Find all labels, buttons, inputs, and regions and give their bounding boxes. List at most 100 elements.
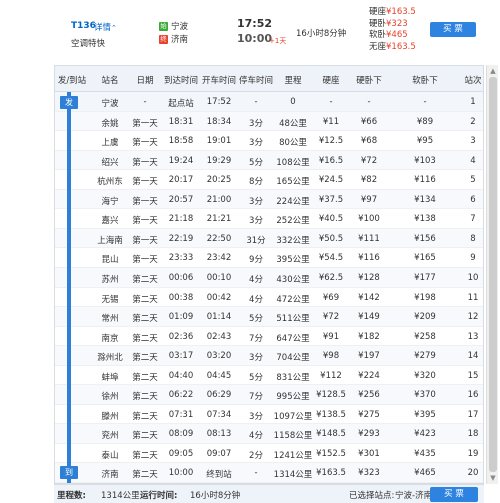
depart-time: 01:14 <box>206 312 232 323</box>
vertical-scrollbar[interactable]: ▲ ▼ <box>486 65 498 484</box>
depart-time: 02:43 <box>206 331 232 342</box>
depart-time: 09:07 <box>206 448 232 459</box>
table-row[interactable]: 常州 第二天 01:09 01:14 5分 511公里 ¥72 ¥149 ¥209 12 <box>55 307 483 327</box>
table-row[interactable]: 余姚 第一天 18:31 18:34 3分 48公里 ¥11 ¥66 ¥89 2 <box>55 111 483 132</box>
table-row[interactable]: 滁州北 第二天 03:17 03:20 3分 704公里 ¥98 ¥197 ¥279 14 <box>55 346 483 366</box>
stop-duration: 5分 <box>249 157 263 168</box>
stop-index: 3 <box>470 136 476 147</box>
stop-index: 16 <box>467 390 479 401</box>
hard-seat-price: ¥98 <box>322 351 340 362</box>
table-row[interactable]: 泰山 第二天 09:05 09:07 2分 1241公里 ¥152.5 ¥301 ¥435 19 <box>55 443 483 464</box>
stops-table: 发/到站 站名 日期 到达时间 开车时间 停车时间 里程 硬座 硬卧下 软卧下 … <box>54 65 484 484</box>
price-value: ¥163.5 <box>386 41 416 52</box>
mileage: 430公里 <box>276 274 310 285</box>
day: 第二天 <box>132 314 158 325</box>
mileage-value: 1314公里 <box>101 491 140 501</box>
detail-link-label: 详情 <box>94 23 112 33</box>
day: 第二天 <box>132 274 158 285</box>
depart-time: 终到站 <box>206 470 232 481</box>
table-row[interactable]: 南京 第二天 02:36 02:43 7分 647公里 ¥91 ¥182 ¥258 13 <box>55 326 483 347</box>
hard-sleeper-price: ¥72 <box>360 155 378 166</box>
mileage: 511公里 <box>276 314 310 325</box>
summary-footer: 里程数: 1314公里 运行时间: 16小时8分钟 已选择站点: 宁波-济南 买… <box>54 484 484 503</box>
day: 第一天 <box>132 177 158 188</box>
table-row[interactable]: 徐州 第二天 06:22 06:29 7分 995公里 ¥128.5 ¥256 ¥370 16 <box>55 385 483 405</box>
depart-time: 07:34 <box>206 409 232 420</box>
hard-seat-price: ¥69 <box>322 292 340 303</box>
stop-duration: 2分 <box>249 450 263 461</box>
stop-index: 14 <box>467 351 479 362</box>
table-row[interactable]: 上虞 第一天 18:58 19:01 3分 80公里 ¥12.5 ¥68 ¥95 3 <box>55 131 483 151</box>
hard-sleeper-price: ¥197 <box>358 351 380 362</box>
hard-sleeper-price: ¥97 <box>360 194 378 205</box>
hard-sleeper-price: ¥256 <box>358 390 380 401</box>
table-row[interactable]: 昆山 第一天 23:33 23:42 9分 395公里 ¥54.5 ¥116 ¥165 9 <box>55 248 483 268</box>
depart-time: 08:13 <box>206 429 232 440</box>
terminal-station: 终 济南 <box>159 33 188 45</box>
mileage: 0 <box>290 97 296 107</box>
hard-sleeper-price: ¥82 <box>360 175 378 186</box>
table-row[interactable]: 蚌埠 第二天 04:40 04:45 5分 831公里 ¥112 ¥224 ¥320 15 <box>55 365 483 386</box>
station-name: 滕州 <box>101 411 119 422</box>
stop-index: 13 <box>467 331 479 342</box>
table-row[interactable]: 济南 第二天 10:00 终到站 - 1314公里 ¥163.5 ¥323 ¥465 20 <box>55 463 483 484</box>
col-header: 开车时间 <box>201 76 237 86</box>
stop-duration: 4分 <box>249 431 263 442</box>
table-row[interactable]: 兖州 第二天 08:09 08:13 4分 1158公里 ¥148.5 ¥293 ¥423 18 <box>55 424 483 444</box>
table-row[interactable]: 上海南 第一天 22:19 22:50 31分 332公里 ¥50.5 ¥111 ¥156 8 <box>55 228 483 249</box>
depart-time: 03:20 <box>206 351 232 362</box>
train-number[interactable]: T136 <box>71 21 96 31</box>
hard-sleeper-price: ¥301 <box>358 448 380 459</box>
arrive-time: 23:33 <box>168 253 194 264</box>
soft-sleeper-price: ¥177 <box>414 272 436 283</box>
table-row[interactable]: 无锡 第二天 00:38 00:42 4分 472公里 ¥69 ¥142 ¥198 11 <box>55 287 483 308</box>
table-row[interactable]: 苏州 第二天 00:06 00:10 4分 430公里 ¥62.5 ¥128 ¥177 10 <box>55 267 483 288</box>
station-name: 泰山 <box>101 450 119 461</box>
scrollbar-thumb[interactable] <box>489 77 497 472</box>
arrive-tag: 到 <box>60 466 78 479</box>
depart-time: 23:42 <box>206 253 232 264</box>
mileage: 395公里 <box>276 255 310 266</box>
hard-seat-price: ¥112 <box>320 370 342 381</box>
detail-toggle-link[interactable]: 详情⌃ <box>94 21 117 33</box>
origin-station: 始 宁波 <box>159 20 188 32</box>
soft-sleeper-price: ¥138 <box>414 214 436 225</box>
table-row[interactable]: 海宁 第一天 20:57 21:00 3分 224公里 ¥37.5 ¥97 ¥134 6 <box>55 189 483 210</box>
price-value: ¥465 <box>386 30 408 40</box>
hard-seat-price: ¥148.5 <box>316 429 346 440</box>
day: 第一天 <box>132 216 158 227</box>
station-name: 海宁 <box>101 196 119 207</box>
stop-index: 2 <box>470 116 476 127</box>
soft-sleeper-price: ¥209 <box>414 312 436 323</box>
col-header: 软卧下 <box>412 76 438 86</box>
mileage: 831公里 <box>276 372 310 383</box>
day: 第二天 <box>132 372 158 383</box>
scroll-down-arrow-icon[interactable]: ▼ <box>489 474 497 482</box>
arrive-time: 03:17 <box>168 351 194 362</box>
table-row[interactable]: 滕州 第二天 07:31 07:34 3分 1097公里 ¥138.5 ¥275 ¥395 17 <box>55 404 483 425</box>
hard-seat-price: ¥40.5 <box>318 214 344 225</box>
buy-ticket-button[interactable]: 买 票 <box>430 22 476 37</box>
day: 第二天 <box>132 411 158 422</box>
table-row[interactable]: 嘉兴 第一天 21:18 21:21 3分 252公里 ¥40.5 ¥100 ¥138 7 <box>55 209 483 229</box>
station-name: 蚌埠 <box>101 372 119 383</box>
arrive-time: 22:19 <box>168 233 194 244</box>
table-row[interactable]: 杭州东 第一天 20:17 20:25 8分 165公里 ¥24.5 ¥82 ¥116 5 <box>55 170 483 190</box>
soft-sleeper-price: ¥134 <box>414 194 436 205</box>
stop-index: 4 <box>470 155 476 166</box>
footer-buy-ticket-button[interactable]: 买 票 <box>430 487 478 502</box>
stop-duration: 3分 <box>249 118 263 129</box>
hard-seat-price: ¥128.5 <box>316 390 346 401</box>
table-row[interactable]: 绍兴 第一天 19:24 19:29 5分 108公里 ¥16.5 ¥72 ¥103 4 <box>55 150 483 171</box>
scroll-up-arrow-icon[interactable]: ▲ <box>489 67 497 75</box>
soft-sleeper-price: ¥103 <box>414 155 436 166</box>
origin-badge: 始 <box>159 21 168 31</box>
depart-time: 17:52 <box>206 97 232 107</box>
depart-time: 19:29 <box>206 155 232 166</box>
mileage: 48公里 <box>279 118 307 129</box>
stop-index: 1 <box>470 97 476 107</box>
price-item: 硬卧¥323 <box>369 19 416 31</box>
arrive-time: 00:06 <box>168 272 194 283</box>
table-row[interactable]: 宁波 - 起点站 17:52 - 0 - - - 1 <box>55 92 483 112</box>
terminal-station-name: 济南 <box>171 35 189 45</box>
